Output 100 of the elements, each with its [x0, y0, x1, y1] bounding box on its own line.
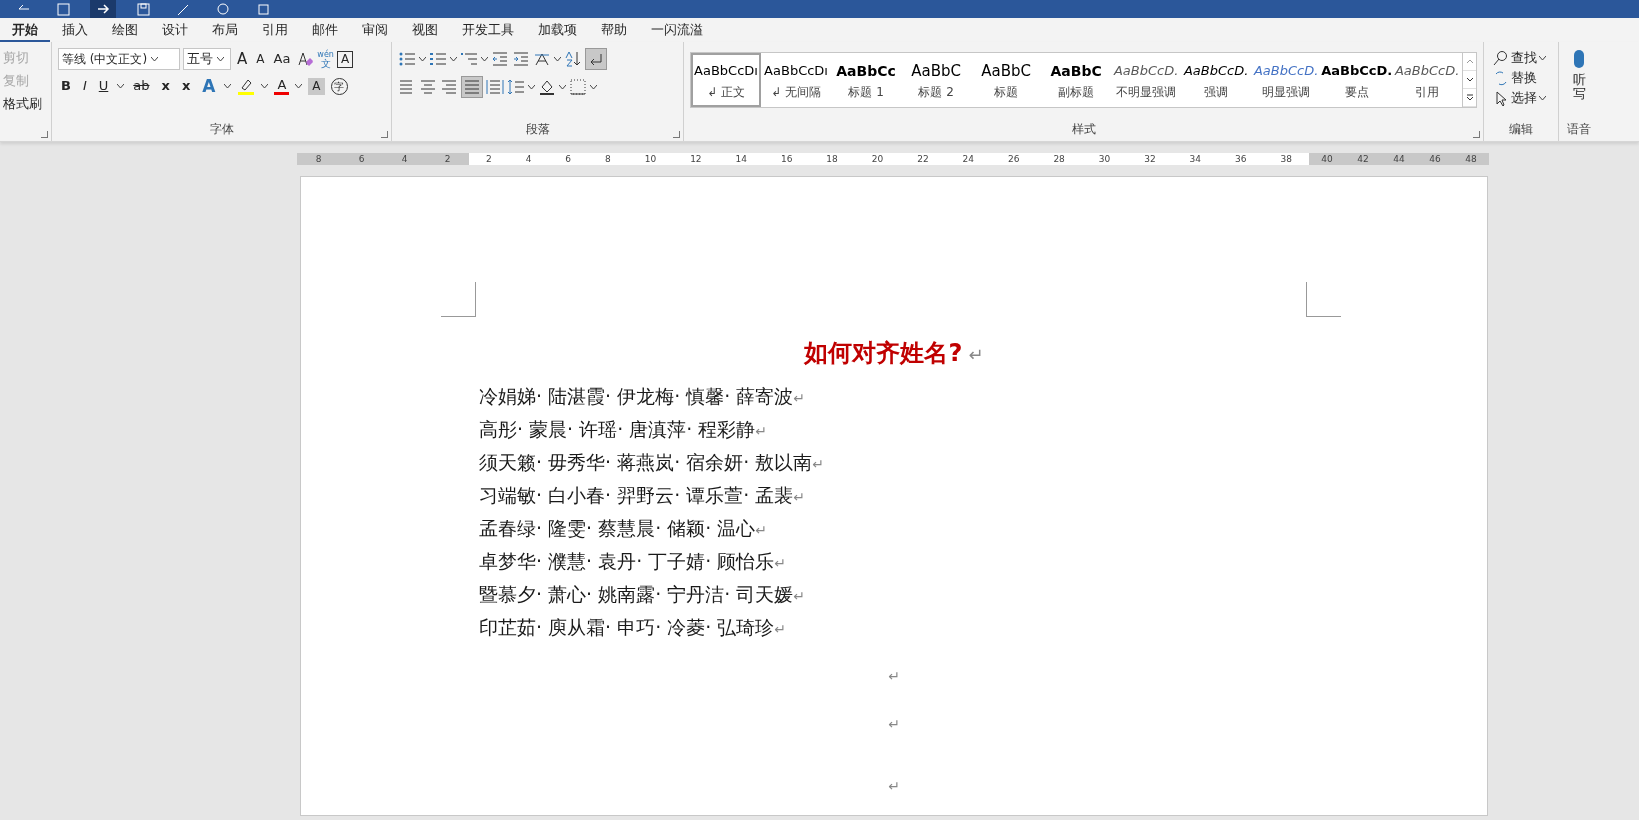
ribbon-tab[interactable]: 加载项 — [526, 19, 589, 42]
ruler-number: 20 — [871, 153, 884, 165]
sort-icon[interactable] — [564, 50, 582, 68]
more-styles-icon[interactable] — [1465, 94, 1474, 101]
style-option[interactable]: AaBbC 副标题 — [1041, 53, 1112, 107]
search-icon — [1493, 50, 1509, 66]
style-preview-text: AaBbCcD. — [1253, 62, 1319, 80]
style-option[interactable]: AaBbCcD. 强调 — [1181, 53, 1252, 107]
name-list-line: 高彤· 蒙晨· 许瑶· 唐滇萍· 程彩静 — [479, 418, 756, 440]
style-preview-text: AaBbCcDı — [764, 62, 828, 80]
justify-icon[interactable] — [461, 76, 483, 98]
style-preview-text: AaBbC — [911, 61, 961, 82]
dialog-launcher-icon[interactable] — [1473, 131, 1480, 138]
style-option[interactable]: AaBbCcD. 要点 — [1321, 53, 1393, 107]
grow-font-button[interactable]: A — [234, 49, 251, 69]
dictate-button[interactable]: 听写 — [1569, 48, 1589, 103]
style-option[interactable]: AaBbCcD. 不明显强调 — [1111, 53, 1182, 107]
style-option[interactable]: AaBbC 标题 2 — [901, 53, 972, 107]
paragraph-mark: ↵ — [793, 390, 806, 406]
style-name: 副标题 — [1058, 84, 1095, 101]
show-formatting-marks-icon[interactable] — [585, 48, 607, 70]
style-name: ↲ 无间隔 — [771, 84, 821, 101]
align-center-icon[interactable] — [419, 78, 437, 96]
style-option[interactable]: AaBbCcDı ↲ 无间隔 — [761, 53, 832, 107]
paragraph-mark: ↵ — [888, 668, 900, 684]
document-title: 如何对齐姓名? — [804, 339, 963, 367]
ruler-number: 6 — [565, 153, 572, 165]
character-border-button[interactable]: A — [336, 50, 354, 68]
paragraph-mark: ↵ — [968, 344, 984, 365]
ribbon-tab[interactable]: 帮助 — [589, 19, 639, 42]
text-effects-button[interactable]: A — [199, 76, 219, 96]
style-option[interactable]: AaBbC 标题 — [971, 53, 1042, 107]
decrease-indent-icon[interactable] — [491, 50, 509, 68]
name-list-line: 印芷茹· 庾从霜· 申巧· 冷菱· 弘琦珍 — [479, 616, 775, 638]
editing-button[interactable]: 选择 — [1490, 88, 1552, 108]
ruler-number: 2 — [485, 153, 492, 165]
style-preview-text: AaBbCcD. — [1113, 62, 1179, 80]
ruler-number: 30 — [1098, 153, 1111, 165]
dialog-launcher-icon[interactable] — [673, 131, 680, 138]
shrink-font-button[interactable]: A — [253, 49, 268, 69]
ruler-number: 12 — [690, 153, 702, 165]
group-label: 段落 — [525, 121, 550, 138]
ruler-number: 6 — [358, 153, 365, 165]
ribbon-tab[interactable]: 绘图 — [100, 19, 150, 42]
ruler-number: 18 — [826, 153, 838, 165]
font-name-dropdown[interactable]: 等线 (中文正文) — [58, 48, 180, 70]
save-icon[interactable] — [135, 1, 151, 17]
ribbon-tab[interactable]: 开发工具 — [450, 19, 526, 42]
dialog-launcher-icon[interactable] — [41, 131, 48, 138]
group-label: 编辑 — [1509, 121, 1533, 138]
font-color-button[interactable]: A — [274, 77, 290, 95]
style-option[interactable]: AaBbCcDı ↲ 正文 — [691, 53, 762, 107]
bold-button[interactable]: B — [58, 76, 74, 96]
subscript-button[interactable]: x — [158, 76, 173, 96]
distributed-icon[interactable] — [486, 78, 504, 96]
numbered-list-icon[interactable] — [429, 50, 447, 68]
ruler-number: 14 — [735, 153, 747, 165]
circle-icon[interactable] — [215, 1, 231, 17]
ribbon-tab[interactable]: 插入 — [50, 19, 100, 42]
ribbon-tab[interactable]: 审阅 — [350, 19, 400, 42]
bullet-list-icon[interactable] — [398, 50, 416, 68]
borders-icon[interactable] — [569, 78, 587, 96]
clear-format-icon[interactable] — [296, 50, 315, 68]
character-shading-button[interactable]: A — [308, 77, 325, 95]
multilevel-list-icon[interactable] — [460, 50, 478, 68]
ruler-number: 26 — [1007, 153, 1020, 165]
paragraph-mark: ↵ — [812, 456, 825, 472]
editing-button[interactable]: 替换 — [1490, 68, 1552, 88]
style-option[interactable]: AaBbCc 标题 1 — [831, 53, 902, 107]
superscript-button[interactable]: x — [178, 76, 194, 96]
clipboard-button[interactable]: 格式刷 — [0, 94, 45, 114]
style-name: 明显强调 — [1262, 84, 1311, 101]
paint-bucket-icon[interactable] — [538, 78, 556, 96]
style-option[interactable]: AaBbCcD. 引用 — [1392, 53, 1463, 107]
scroll-up-icon[interactable] — [1465, 58, 1474, 65]
phonetic-guide-button[interactable]: wén — [317, 50, 334, 59]
ribbon-tab[interactable]: 引用 — [250, 19, 300, 42]
paragraph-mark: ↵ — [888, 716, 900, 732]
style-name: 不明显强调 — [1116, 84, 1177, 101]
ribbon-tab[interactable]: 设计 — [150, 19, 200, 42]
style-option[interactable]: AaBbCcD. 明显强调 — [1251, 53, 1322, 107]
scroll-down-icon[interactable] — [1465, 76, 1474, 83]
line-spacing-icon[interactable] — [507, 78, 525, 96]
paragraph-mark: ↵ — [774, 621, 787, 637]
highlighter-icon[interactable] — [237, 77, 256, 95]
style-name: ↲ 正文 — [707, 84, 745, 101]
ribbon-tab[interactable]: 布局 — [200, 19, 250, 42]
italic-button[interactable]: I — [79, 76, 90, 96]
strikethrough-button[interactable]: ab — [130, 76, 153, 96]
underline-button[interactable]: U — [95, 76, 112, 96]
ribbon-tab[interactable]: 一闪流溢 — [639, 19, 715, 42]
dialog-launcher-icon[interactable] — [381, 131, 388, 138]
font-size-dropdown[interactable]: 五号 — [183, 48, 231, 70]
ribbon-tab[interactable]: 视图 — [400, 19, 450, 42]
ribbon-tab[interactable]: 邮件 — [300, 19, 350, 42]
align-right-icon[interactable] — [440, 78, 458, 96]
style-preview-text: AaBbC — [981, 61, 1031, 82]
editing-button[interactable]: 查找 — [1490, 48, 1552, 68]
name-list-line: 习端敏· 白小春· 羿野云· 谭乐萱· 孟裴 — [479, 484, 794, 506]
change-case-button[interactable]: Aa — [270, 49, 294, 69]
